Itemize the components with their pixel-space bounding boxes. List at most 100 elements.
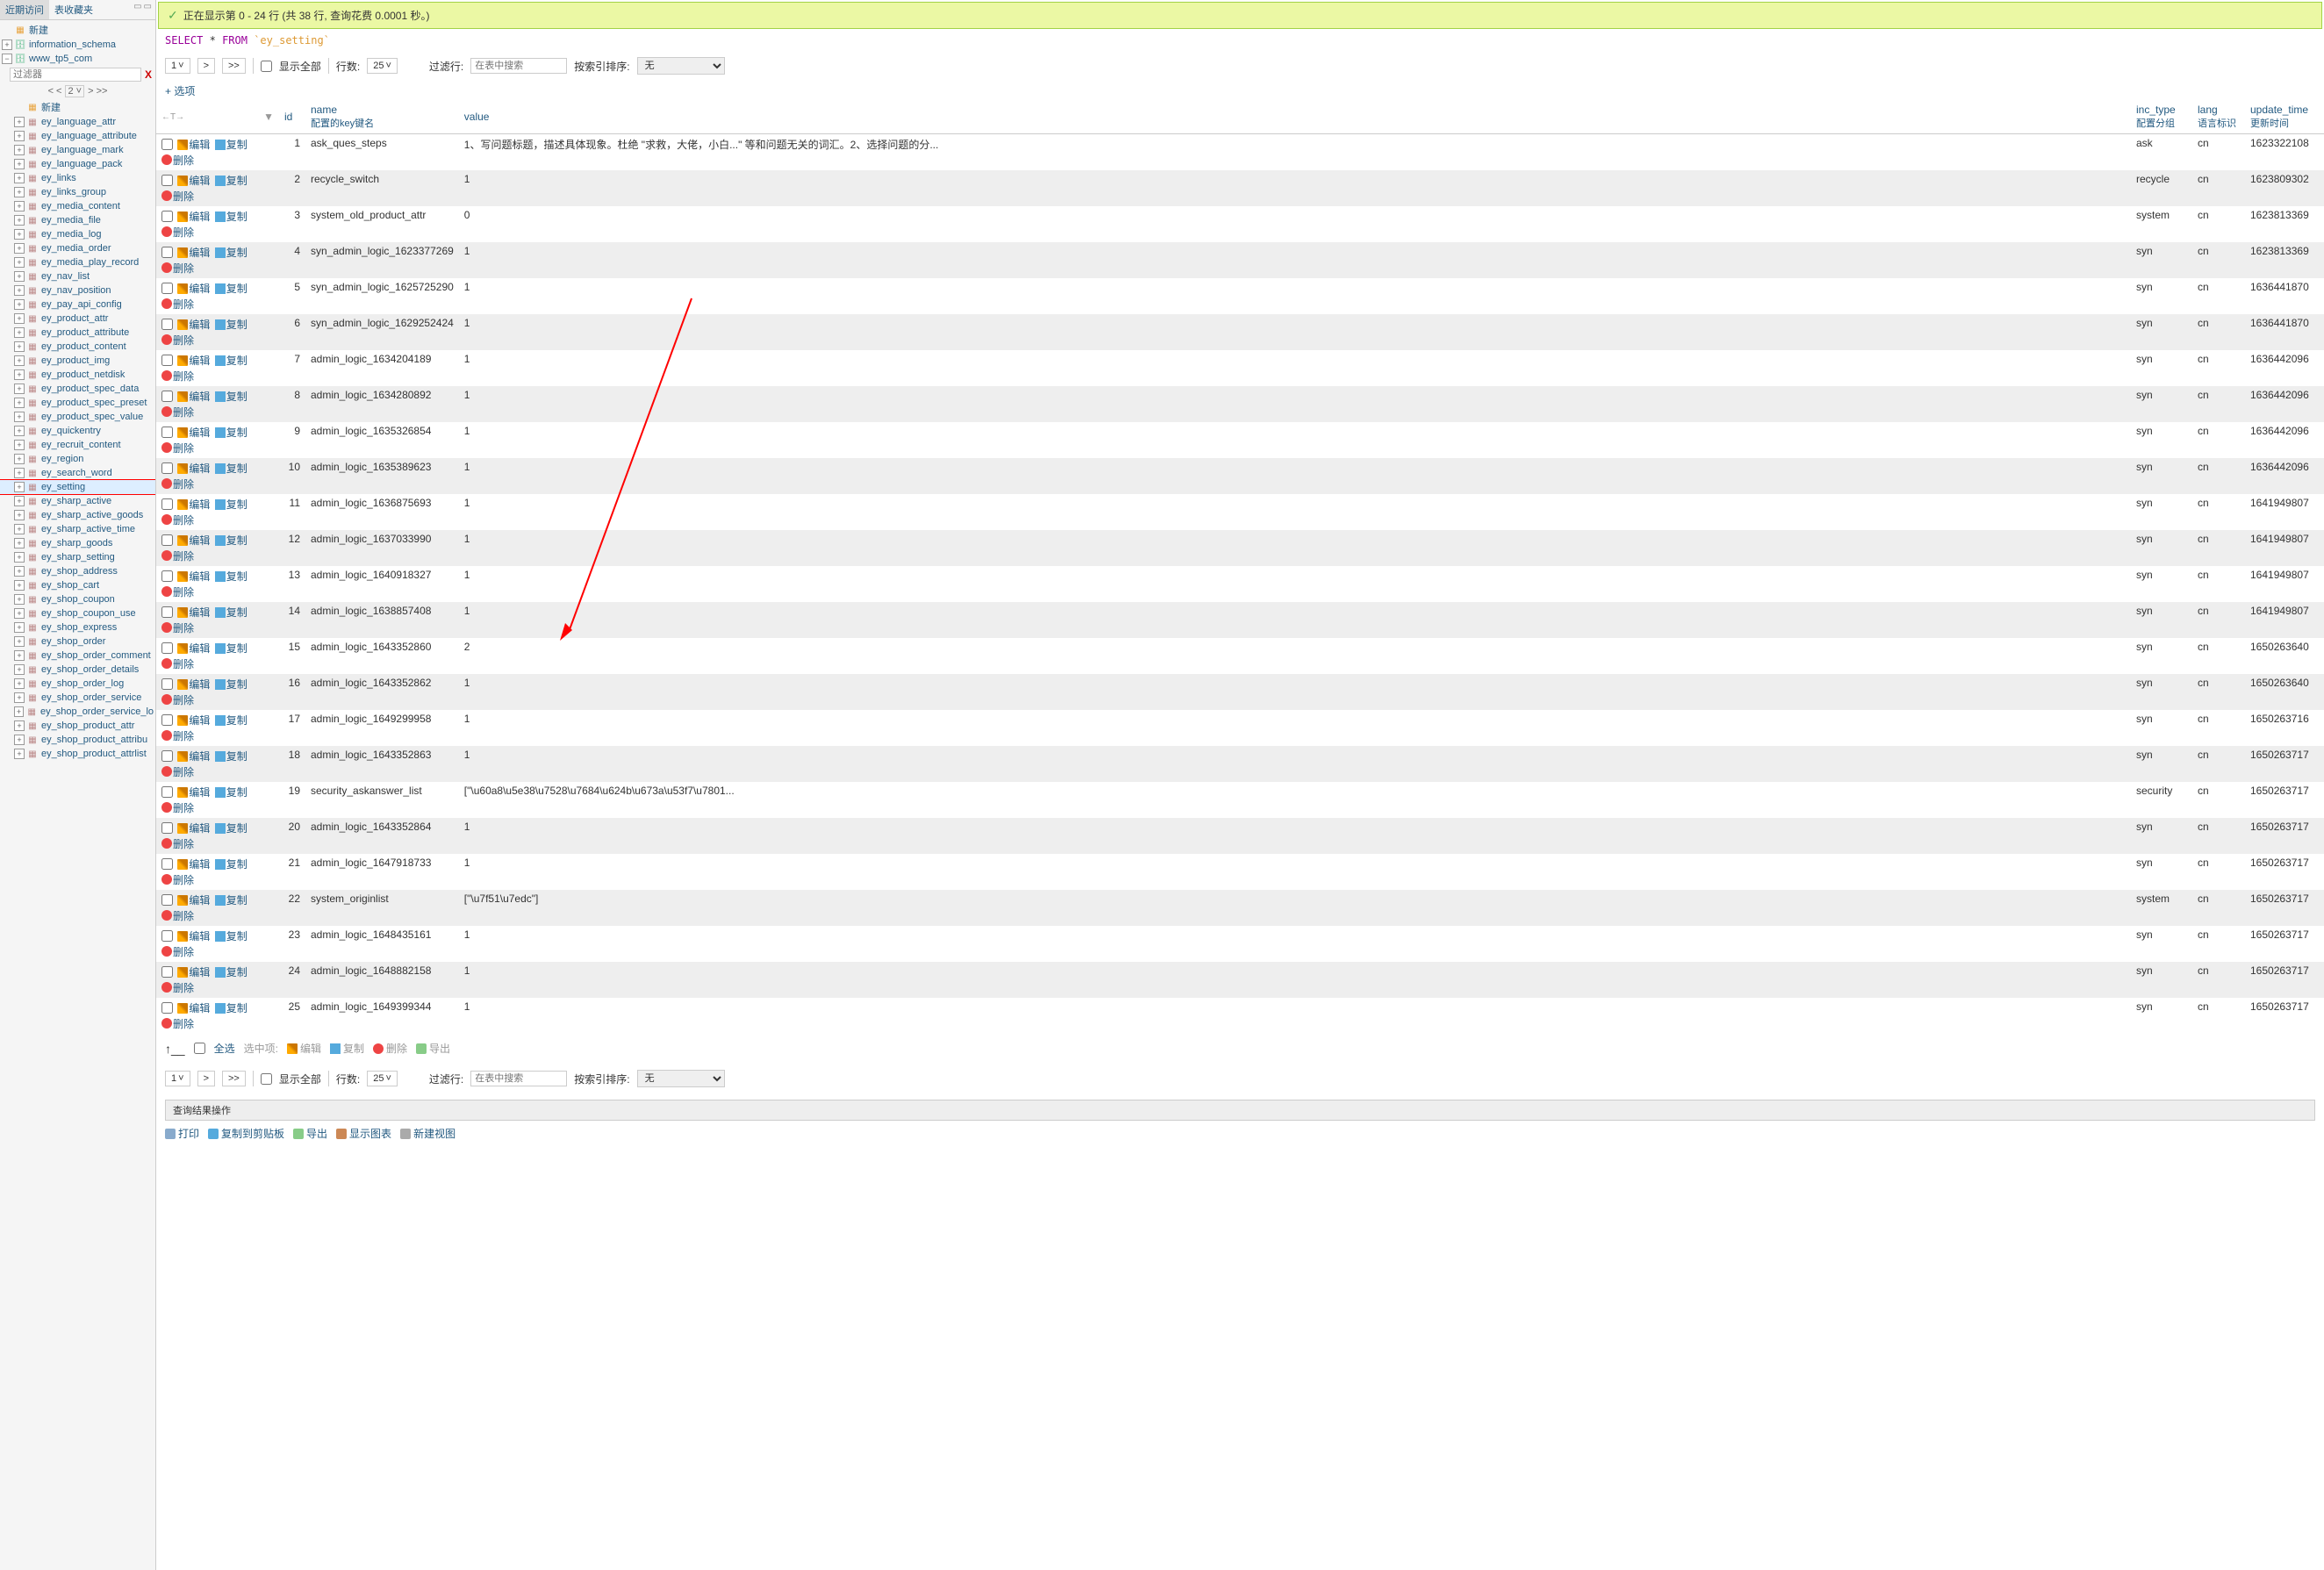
page-select[interactable]: 1 ˅	[165, 58, 190, 74]
row-checkbox[interactable]	[161, 319, 173, 330]
expand-icon[interactable]: +	[14, 201, 25, 211]
expand-icon[interactable]: +	[14, 117, 25, 127]
nav-prev[interactable]: < <	[48, 86, 62, 97]
expand-icon[interactable]: +	[14, 622, 25, 633]
edit-button[interactable]: 编辑	[177, 317, 210, 332]
copy-button[interactable]: 复制	[215, 425, 247, 440]
copy-button[interactable]: 复制	[215, 964, 247, 979]
delete-button[interactable]: 删除	[161, 692, 194, 707]
delete-button[interactable]: 删除	[161, 908, 194, 923]
delete-button[interactable]: 删除	[161, 800, 194, 815]
expand-icon[interactable]: +	[14, 257, 25, 268]
expand-icon[interactable]: +	[14, 145, 25, 155]
expand-icon[interactable]: +	[14, 664, 25, 675]
copy-button[interactable]: 复制	[215, 713, 247, 728]
expand-icon[interactable]: +	[14, 580, 25, 591]
tree-table-ey_recruit_content[interactable]: +▦ey_recruit_content	[0, 438, 155, 452]
copy-button[interactable]: 复制	[215, 677, 247, 692]
expand-icon[interactable]: +	[14, 468, 25, 478]
expand-icon[interactable]: +	[14, 706, 25, 717]
copy-button[interactable]: 复制	[215, 857, 247, 871]
expand-icon[interactable]: +	[14, 594, 25, 605]
copy-button[interactable]: 复制	[215, 317, 247, 332]
tree-table-ey_product_spec_preset[interactable]: +▦ey_product_spec_preset	[0, 396, 155, 410]
tree-table-ey_shop_product_attr[interactable]: +▦ey_shop_product_attr	[0, 719, 155, 733]
edit-button[interactable]: 编辑	[177, 928, 210, 943]
delete-button[interactable]: 删除	[161, 980, 194, 995]
tree-db-tp5[interactable]: − 🗄 www_tp5_com	[0, 52, 155, 66]
copy-button[interactable]: 复制	[215, 1000, 247, 1015]
copy-button[interactable]: 复制	[215, 497, 247, 512]
delete-button[interactable]: 删除	[161, 189, 194, 204]
copy-button[interactable]: 复制	[215, 281, 247, 296]
tree-table-ey_region[interactable]: +▦ey_region	[0, 452, 155, 466]
edit-button[interactable]: 编辑	[177, 569, 210, 584]
bulk-export-button[interactable]: 导出	[416, 1041, 450, 1056]
delete-button[interactable]: 删除	[161, 764, 194, 779]
edit-button[interactable]: 编辑	[177, 281, 210, 296]
expand-icon[interactable]: +	[14, 735, 25, 745]
rows-select-bottom[interactable]: 25 ˅	[367, 1071, 398, 1086]
row-checkbox[interactable]	[161, 283, 173, 294]
row-checkbox[interactable]	[161, 606, 173, 618]
tree-table-ey_shop_coupon_use[interactable]: +▦ey_shop_coupon_use	[0, 606, 155, 620]
edit-button[interactable]: 编辑	[177, 677, 210, 692]
tab-favorites[interactable]: 表收藏夹	[49, 0, 98, 19]
page-select-bottom[interactable]: 1 ˅	[165, 1071, 190, 1086]
chart-button[interactable]: 显示图表	[336, 1126, 391, 1141]
tree-table-ey_shop_address[interactable]: +▦ey_shop_address	[0, 564, 155, 578]
export-button[interactable]: 导出	[293, 1126, 327, 1141]
expand-icon[interactable]: +	[14, 650, 25, 661]
tree-table-ey_shop_cart[interactable]: +▦ey_shop_cart	[0, 578, 155, 592]
delete-button[interactable]: 删除	[161, 548, 194, 563]
row-checkbox[interactable]	[161, 786, 173, 798]
delete-button[interactable]: 删除	[161, 513, 194, 527]
dropdown-icon[interactable]: ▼	[263, 111, 274, 123]
expand-icon[interactable]: +	[14, 369, 25, 380]
row-checkbox[interactable]	[161, 714, 173, 726]
copy-button[interactable]: 复制	[215, 928, 247, 943]
tree-table-ey_media_file[interactable]: +▦ey_media_file	[0, 213, 155, 227]
edit-button[interactable]: 编辑	[177, 713, 210, 728]
delete-button[interactable]: 删除	[161, 1016, 194, 1031]
edit-button[interactable]: 编辑	[177, 821, 210, 835]
filter-input[interactable]	[470, 58, 567, 74]
delete-button[interactable]: 删除	[161, 225, 194, 240]
tree-table-ey_product_attr[interactable]: +▦ey_product_attr	[0, 312, 155, 326]
tree-table-ey_shop_order[interactable]: +▦ey_shop_order	[0, 634, 155, 649]
delete-button[interactable]: 删除	[161, 656, 194, 671]
copy-button[interactable]: 复制	[215, 245, 247, 260]
row-checkbox[interactable]	[161, 642, 173, 654]
edit-button[interactable]: 编辑	[177, 389, 210, 404]
delete-button[interactable]: 删除	[161, 297, 194, 312]
tree-table-ey_media_content[interactable]: +▦ey_media_content	[0, 199, 155, 213]
tree-table-ey_shop_product_attribu[interactable]: +▦ey_shop_product_attribu	[0, 733, 155, 747]
edit-button[interactable]: 编辑	[177, 497, 210, 512]
col-id[interactable]: id	[284, 111, 292, 123]
tree-new[interactable]: ▦ 新建	[0, 22, 155, 38]
row-checkbox[interactable]	[161, 570, 173, 582]
nav-next[interactable]: > >>	[88, 86, 107, 97]
tree-new-table[interactable]: ▦ 新建	[0, 99, 155, 115]
row-checkbox[interactable]	[161, 966, 173, 978]
tree-table-ey_setting[interactable]: +▦ey_setting	[0, 480, 155, 494]
tree-table-ey_sharp_active_goods[interactable]: +▦ey_sharp_active_goods	[0, 508, 155, 522]
row-checkbox[interactable]	[161, 1002, 173, 1014]
tree-table-ey_nav_position[interactable]: +▦ey_nav_position	[0, 283, 155, 298]
row-checkbox[interactable]	[161, 175, 173, 186]
tree-table-ey_sharp_active_time[interactable]: +▦ey_sharp_active_time	[0, 522, 155, 536]
copy-button[interactable]: 复制	[215, 749, 247, 763]
delete-button[interactable]: 删除	[161, 620, 194, 635]
row-checkbox[interactable]	[161, 930, 173, 942]
tree-table-ey_shop_order_service_lo[interactable]: +▦ey_shop_order_service_lo	[0, 705, 155, 719]
tree-table-ey_search_word[interactable]: +▦ey_search_word	[0, 466, 155, 480]
expand-icon[interactable]: +	[14, 285, 25, 296]
tree-table-ey_product_spec_value[interactable]: +▦ey_product_spec_value	[0, 410, 155, 424]
nav-page-select[interactable]: 2 ˅	[65, 85, 84, 97]
copy-button[interactable]: 复制	[215, 461, 247, 476]
clipboard-button[interactable]: 复制到剪贴板	[208, 1126, 284, 1141]
tree-table-ey_links_group[interactable]: +▦ey_links_group	[0, 185, 155, 199]
tree-table-ey_language_mark[interactable]: +▦ey_language_mark	[0, 143, 155, 157]
expand-icon[interactable]: +	[14, 566, 25, 577]
row-checkbox[interactable]	[161, 462, 173, 474]
